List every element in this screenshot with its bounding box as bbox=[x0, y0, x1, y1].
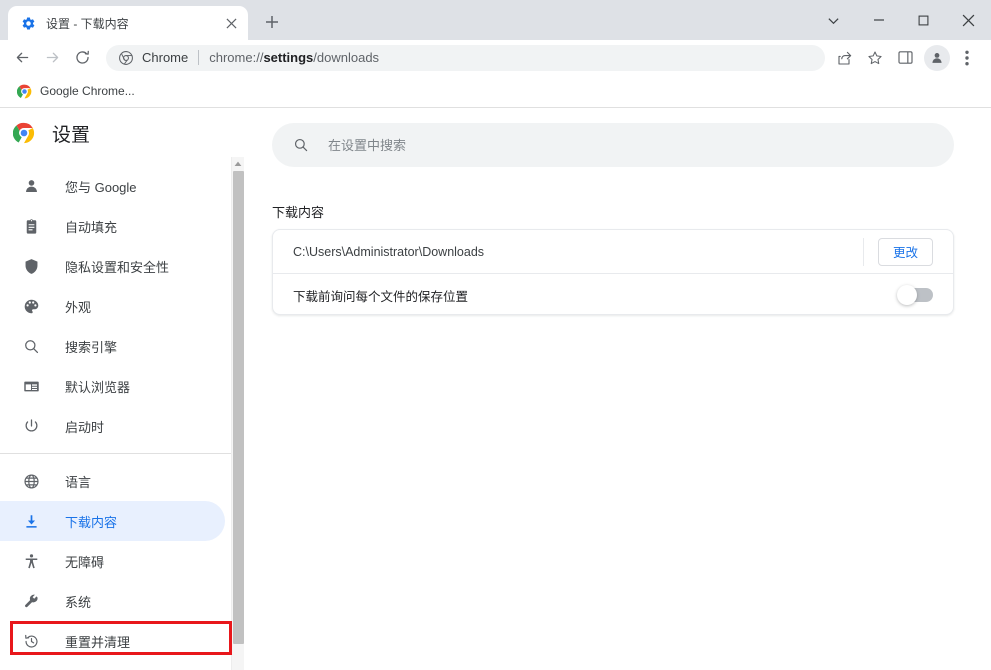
tab-search-icon[interactable] bbox=[811, 0, 856, 40]
back-icon[interactable] bbox=[8, 44, 36, 72]
sidebar-item-languages[interactable]: 语言 bbox=[0, 461, 225, 501]
download-location-row: C:\Users\Administrator\Downloads 更改 bbox=[273, 230, 953, 273]
sidebar-item-search-engine[interactable]: 搜索引擎 bbox=[0, 326, 225, 366]
url-suffix: /downloads bbox=[313, 50, 380, 65]
download-icon bbox=[21, 511, 41, 531]
toolbar-right-actions bbox=[831, 44, 983, 72]
page-title: 设置 bbox=[52, 124, 91, 146]
sidebar-item-reset-cleanup[interactable]: 重置并清理 bbox=[0, 621, 225, 661]
sidebar-item-label: 下载内容 bbox=[65, 514, 118, 530]
sidebar-item-system[interactable]: 系统 bbox=[0, 581, 225, 621]
sidebar-item-autofill[interactable]: 自动填充 bbox=[0, 206, 225, 246]
three-dot-menu-icon[interactable] bbox=[953, 44, 981, 72]
clipboard-icon bbox=[21, 216, 41, 236]
accessibility-icon bbox=[21, 551, 41, 571]
sidebar-item-label: 搜索引擎 bbox=[65, 339, 118, 355]
palette-icon bbox=[21, 296, 41, 316]
browser-window-icon bbox=[21, 376, 41, 396]
forward-icon[interactable] bbox=[38, 44, 66, 72]
url-bold-segment: settings bbox=[263, 50, 314, 65]
gear-icon bbox=[20, 15, 36, 31]
bookmarks-bar: Google Chrome... bbox=[0, 75, 991, 108]
ask-where-to-save-row[interactable]: 下载前询问每个文件的保存位置 bbox=[273, 273, 953, 314]
sidebar-item-label: 系统 bbox=[65, 594, 92, 610]
close-window-icon[interactable] bbox=[946, 0, 991, 40]
download-path-value: C:\Users\Administrator\Downloads bbox=[293, 244, 485, 259]
omnibox-separator bbox=[198, 50, 200, 65]
sidebar-item-label: 自动填充 bbox=[65, 219, 118, 235]
url-prefix: chrome:// bbox=[209, 50, 264, 65]
sidebar-item-default-browser[interactable]: 默认浏览器 bbox=[0, 366, 225, 406]
sidebar-item-label: 默认浏览器 bbox=[65, 379, 131, 395]
settings-content: 下载内容 C:\Users\Administrator\Downloads 更改… bbox=[245, 109, 991, 670]
new-tab-button[interactable] bbox=[258, 8, 286, 36]
settings-sidebar: 您与 Google 自动填充 隐私设置和安全性 外观 搜索引擎 默认浏览器 启动… bbox=[0, 157, 231, 670]
settings-search-box[interactable] bbox=[272, 123, 954, 167]
sidebar-item-label: 启动时 bbox=[65, 419, 105, 435]
restore-icon bbox=[21, 631, 41, 651]
chrome-logo-icon bbox=[12, 121, 36, 145]
search-input[interactable] bbox=[328, 133, 888, 157]
chrome-page-icon bbox=[118, 50, 133, 65]
sidebar-item-downloads[interactable]: 下载内容 bbox=[0, 501, 225, 541]
browser-tab[interactable]: 设置 - 下载内容 bbox=[8, 6, 248, 40]
settings-page: 设置 您与 Google 自动填充 隐私设置和安全性 外观 搜索引擎 默认浏览器… bbox=[0, 109, 991, 670]
scroll-up-arrow-icon[interactable] bbox=[232, 157, 244, 171]
omnibox-url: chrome://settings/downloads bbox=[209, 50, 379, 65]
settings-header: 设置 bbox=[0, 109, 231, 157]
bookmark-item[interactable]: Google Chrome... bbox=[8, 78, 143, 104]
sidebar-item-label: 外观 bbox=[65, 299, 92, 315]
sidebar-item-you-and-google[interactable]: 您与 Google bbox=[0, 166, 225, 206]
power-icon bbox=[21, 416, 41, 436]
magnifier-icon bbox=[21, 336, 41, 356]
scrollbar-thumb[interactable] bbox=[233, 171, 244, 644]
reload-icon[interactable] bbox=[68, 44, 96, 72]
ask-where-to-save-toggle[interactable] bbox=[897, 285, 933, 305]
window-controls bbox=[811, 0, 991, 40]
downloads-settings-card: C:\Users\Administrator\Downloads 更改 下载前询… bbox=[272, 229, 954, 315]
sidebar-item-label: 您与 Google bbox=[65, 179, 137, 195]
change-location-button[interactable]: 更改 bbox=[877, 237, 933, 266]
tab-title: 设置 - 下载内容 bbox=[46, 16, 129, 31]
toggle-knob bbox=[897, 285, 917, 305]
search-icon bbox=[292, 136, 310, 154]
profile-avatar[interactable] bbox=[924, 44, 950, 71]
chrome-logo-icon bbox=[16, 83, 32, 99]
sidebar-item-appearance[interactable]: 外观 bbox=[0, 286, 225, 326]
browser-toolbar: Chrome chrome://settings/downloads bbox=[0, 40, 991, 75]
address-bar[interactable]: Chrome chrome://settings/downloads bbox=[106, 44, 825, 71]
sidebar-item-label: 无障碍 bbox=[65, 554, 105, 570]
person-icon bbox=[21, 176, 41, 196]
sidebar-scrollbar[interactable] bbox=[231, 157, 244, 670]
sidebar-item-on-startup[interactable]: 启动时 bbox=[0, 406, 225, 446]
tab-strip: 设置 - 下载内容 bbox=[0, 0, 991, 40]
maximize-icon[interactable] bbox=[901, 0, 946, 40]
sidebar-item-label: 重置并清理 bbox=[65, 634, 131, 650]
section-title: 下载内容 bbox=[272, 205, 325, 220]
sidebar-top-spacer bbox=[0, 157, 231, 166]
wrench-icon bbox=[21, 591, 41, 611]
row-divider bbox=[862, 237, 864, 266]
shield-icon bbox=[21, 256, 41, 276]
globe-icon bbox=[21, 471, 41, 491]
omnibox-chrome-label: Chrome bbox=[142, 50, 189, 65]
star-icon[interactable] bbox=[861, 44, 889, 72]
sidebar-item-label: 隐私设置和安全性 bbox=[65, 259, 170, 275]
ask-where-to-save-label: 下载前询问每个文件的保存位置 bbox=[293, 289, 469, 304]
sidebar-item-label: 语言 bbox=[65, 474, 92, 490]
side-panel-icon[interactable] bbox=[891, 44, 919, 72]
share-icon[interactable] bbox=[831, 44, 859, 72]
bookmark-label: Google Chrome... bbox=[40, 84, 135, 98]
sidebar-item-accessibility[interactable]: 无障碍 bbox=[0, 541, 225, 581]
tab-close-icon[interactable] bbox=[222, 14, 240, 32]
sidebar-item-privacy-security[interactable]: 隐私设置和安全性 bbox=[0, 246, 225, 286]
minimize-icon[interactable] bbox=[856, 0, 901, 40]
sidebar-divider bbox=[0, 453, 231, 454]
